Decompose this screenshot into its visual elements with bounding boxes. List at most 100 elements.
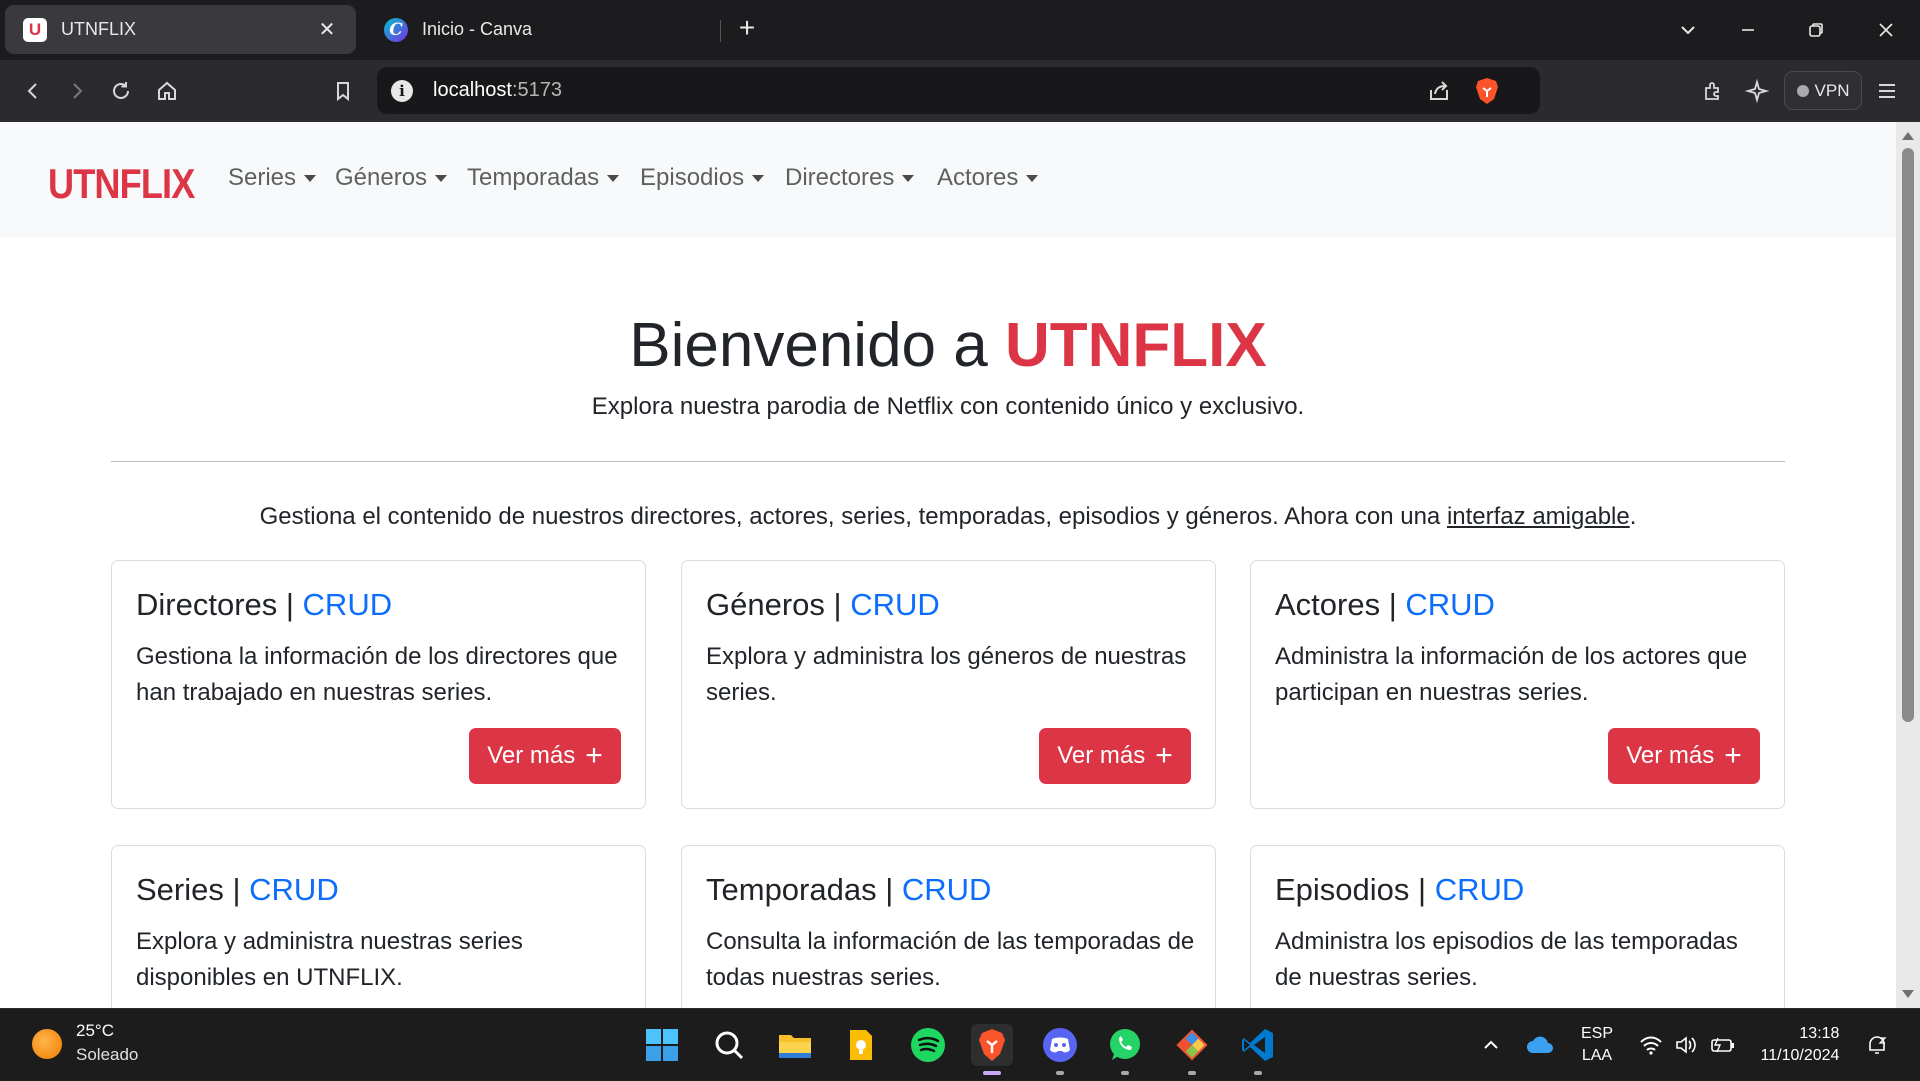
plus-icon: + <box>1155 739 1173 772</box>
windows-taskbar: 25°C Soleado ESP LAA 13:18 11/10/2024 <box>0 1008 1920 1080</box>
url-text[interactable]: localhost:5173 <box>433 79 562 102</box>
clock[interactable]: 13:18 11/10/2024 <box>1752 1009 1848 1081</box>
minimize-button[interactable] <box>1730 14 1766 46</box>
scroll-down-icon[interactable] <box>1902 990 1914 998</box>
tab-search-chevron-icon[interactable] <box>1670 14 1706 46</box>
sun-icon[interactable] <box>32 1029 62 1059</box>
reload-button[interactable] <box>104 74 138 108</box>
weather-temp[interactable]: 25°C <box>76 1021 114 1041</box>
plus-icon: + <box>585 739 603 772</box>
card-title: Temporadas | CRUD <box>706 872 992 907</box>
nav-actores[interactable]: Actores <box>937 164 1039 192</box>
wifi-icon[interactable] <box>1636 1009 1666 1081</box>
card-generos: Géneros | CRUD Explora y administra los … <box>681 560 1216 809</box>
ver-mas-generos-button[interactable]: Ver más + <box>1039 728 1191 784</box>
card-actores: Actores | CRUD Administra la información… <box>1250 560 1785 809</box>
battery-icon[interactable] <box>1708 1009 1738 1081</box>
utnflix-favicon-icon: U <box>23 17 47 42</box>
scroll-up-icon[interactable] <box>1902 132 1914 140</box>
card-title: Directores | CRUD <box>136 587 393 622</box>
discord-icon[interactable] <box>1039 1024 1081 1075</box>
vscode-icon[interactable] <box>1237 1024 1279 1075</box>
search-icon[interactable] <box>708 1024 750 1066</box>
caret-down-icon <box>304 174 317 182</box>
hero-title: Bienvenido a UTNFLIX <box>629 311 1267 380</box>
card-title: Géneros | CRUD <box>706 587 940 622</box>
nav-series[interactable]: Series <box>228 164 317 192</box>
extensions-icon[interactable] <box>1696 74 1730 108</box>
brave-icon[interactable] <box>971 1024 1013 1075</box>
tray-chevron-icon[interactable] <box>1478 1009 1504 1081</box>
brand-logo[interactable]: UTNFLIX <box>48 160 195 208</box>
address-bar[interactable]: i localhost:5173 <box>377 67 1540 114</box>
tab-title: UTNFLIX <box>61 19 137 39</box>
keep-icon[interactable] <box>840 1024 882 1066</box>
ver-mas-actores-button[interactable]: Ver más + <box>1608 728 1760 784</box>
home-button[interactable] <box>150 74 184 108</box>
language-indicator[interactable]: ESP LAA <box>1572 1009 1622 1081</box>
nav-generos[interactable]: Géneros <box>335 164 448 192</box>
scroll-thumb[interactable] <box>1902 148 1914 722</box>
spotify-icon[interactable] <box>907 1024 949 1066</box>
browser-tab-bar: U UTNFLIX ✕ C Inicio - Canva + <box>0 0 1920 60</box>
nav-episodios[interactable]: Episodios <box>640 164 765 192</box>
card-text: Administra la información de los actores… <box>1275 643 1748 706</box>
app-indicator <box>1056 1071 1064 1075</box>
plus-icon: + <box>1724 739 1742 772</box>
share-icon[interactable] <box>1426 78 1452 104</box>
vpn-button[interactable]: VPN <box>1784 71 1862 110</box>
menu-icon[interactable] <box>1870 74 1904 108</box>
card-text: Explora y administra nuestras series dis… <box>136 928 523 991</box>
whatsapp-icon[interactable] <box>1104 1024 1146 1075</box>
volume-icon[interactable] <box>1672 1009 1702 1081</box>
bookmark-button[interactable] <box>326 74 360 108</box>
app-indicator <box>1121 1071 1129 1075</box>
caret-down-icon <box>902 174 915 182</box>
restore-button[interactable] <box>1798 14 1834 46</box>
site-info-icon[interactable]: i <box>391 79 413 102</box>
divider <box>111 461 1785 462</box>
close-window-button[interactable] <box>1868 14 1904 46</box>
ver-mas-directores-button[interactable]: Ver más + <box>469 728 621 784</box>
hero-subtitle: Explora nuestra parodia de Netflix con c… <box>591 393 1305 420</box>
tab-divider <box>720 20 721 42</box>
card-title: Episodios | CRUD <box>1275 872 1525 907</box>
tab-utnflix[interactable]: U UTNFLIX ✕ <box>5 5 356 54</box>
intro-text: Gestiona el contenido de nuestros direct… <box>259 503 1637 530</box>
card-text: Administra los episodios de las temporad… <box>1275 928 1738 991</box>
back-button[interactable] <box>16 74 50 108</box>
card-temporadas: Temporadas | CRUD Consulta la informació… <box>681 845 1216 1008</box>
start-icon[interactable] <box>641 1024 683 1066</box>
brave-shields-icon[interactable] <box>1474 77 1500 105</box>
onedrive-icon[interactable] <box>1522 1009 1558 1081</box>
active-app-indicator <box>983 1071 1001 1075</box>
app-indicator <box>1188 1071 1196 1075</box>
caret-down-icon <box>607 174 620 182</box>
card-text: Consulta la información de las temporada… <box>706 928 1195 991</box>
new-tab-button[interactable]: + <box>732 14 762 44</box>
site-navbar: UTNFLIX Series Géneros Temporadas Episod… <box>0 122 1896 235</box>
page-scrollbar[interactable] <box>1896 122 1920 1008</box>
git-icon[interactable] <box>1171 1024 1213 1075</box>
app-indicator <box>1254 1071 1262 1075</box>
file-explorer-icon[interactable] <box>774 1024 816 1066</box>
close-tab-icon[interactable]: ✕ <box>316 19 338 41</box>
weather-desc[interactable]: Soleado <box>76 1045 138 1065</box>
canva-favicon-icon: C <box>384 17 408 42</box>
caret-down-icon <box>435 174 448 182</box>
tab-canva[interactable]: C Inicio - Canva <box>366 5 716 54</box>
page-viewport: UTNFLIX Series Géneros Temporadas Episod… <box>0 122 1896 1008</box>
caret-down-icon <box>752 174 765 182</box>
caret-down-icon <box>1026 174 1039 182</box>
interfaz-link[interactable]: interfaz amigable <box>1447 503 1630 530</box>
browser-toolbar: i localhost:5173 VPN <box>0 60 1920 122</box>
nav-directores[interactable]: Directores <box>785 164 915 192</box>
tab-title: Inicio - Canva <box>422 19 533 39</box>
nav-temporadas[interactable]: Temporadas <box>467 164 620 192</box>
forward-button[interactable] <box>60 74 94 108</box>
card-series: Series | CRUD Explora y administra nuest… <box>111 845 646 1008</box>
card-episodios: Episodios | CRUD Administra los episodio… <box>1250 845 1785 1008</box>
card-text: Gestiona la información de los directore… <box>136 643 618 706</box>
leo-ai-icon[interactable] <box>1740 74 1774 108</box>
notifications-icon[interactable] <box>1862 1009 1892 1081</box>
